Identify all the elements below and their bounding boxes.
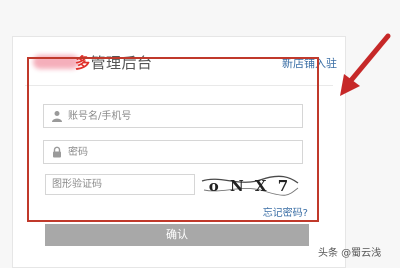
- lock-icon: [53, 146, 61, 158]
- captcha-image[interactable]: o N X 7: [200, 172, 300, 198]
- captcha-input[interactable]: [52, 177, 190, 192]
- submit-button[interactable]: 确认: [45, 224, 309, 246]
- password-field[interactable]: [43, 140, 303, 164]
- captcha-text: o N X 7: [209, 177, 291, 195]
- captcha-field[interactable]: [45, 174, 195, 195]
- username-input[interactable]: [68, 107, 296, 125]
- annotation-arrow-icon: [340, 33, 391, 96]
- user-icon: [52, 111, 62, 122]
- username-field[interactable]: [43, 104, 303, 128]
- watermark-text: 头条 @蜀云浅: [318, 248, 382, 259]
- forgot-password-link[interactable]: 忘记密码?: [263, 204, 308, 219]
- password-input[interactable]: [68, 143, 296, 161]
